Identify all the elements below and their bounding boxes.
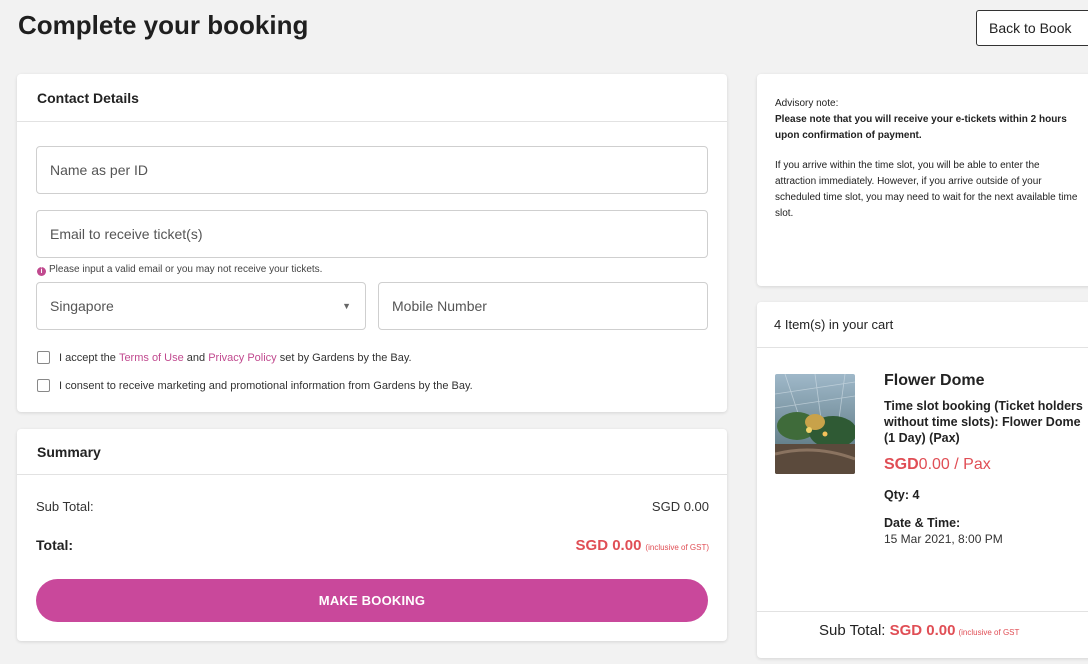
summary-heading: Summary bbox=[17, 429, 727, 475]
cart-divider bbox=[757, 611, 1088, 612]
info-icon: i bbox=[37, 267, 46, 276]
total-value: SGD 0.00 (inclusive of GST) bbox=[576, 537, 709, 554]
marketing-consent-row: I consent to receive marketing and promo… bbox=[37, 379, 473, 392]
terms-prefix: I accept the bbox=[59, 351, 116, 364]
mobile-number-field[interactable]: Mobile Number bbox=[378, 282, 708, 330]
terms-checkbox[interactable] bbox=[37, 351, 50, 364]
chevron-down-icon: ▼ bbox=[342, 301, 351, 311]
advisory-card: Advisory note: Please note that you will… bbox=[757, 74, 1088, 286]
terms-consent-row: I accept the Terms of Use and Privacy Po… bbox=[37, 351, 412, 364]
total-gst-note: (inclusive of GST) bbox=[645, 543, 709, 552]
page-title: Complete your booking bbox=[18, 10, 309, 40]
cart-card: 4 Item(s) in your cart Flower Dome Time … bbox=[757, 302, 1088, 658]
advisory-body-text: If you arrive within the time slot, you … bbox=[775, 160, 1078, 219]
cart-item-price: SGD0.00 / Pax bbox=[884, 456, 1084, 474]
contact-details-heading: Contact Details bbox=[17, 74, 727, 122]
email-field[interactable]: Email to receive ticket(s) bbox=[36, 210, 708, 258]
privacy-policy-link[interactable]: Privacy Policy bbox=[208, 352, 276, 364]
make-booking-button[interactable]: MAKE BOOKING bbox=[36, 579, 708, 622]
flower-dome-thumbnail bbox=[775, 374, 855, 474]
cart-heading: 4 Item(s) in your cart bbox=[757, 302, 1088, 348]
cart-item-qty: Qty: 4 bbox=[884, 488, 920, 502]
marketing-checkbox[interactable] bbox=[37, 379, 50, 392]
cart-item: Flower Dome Time slot booking (Ticket ho… bbox=[884, 372, 1084, 546]
cart-item-price-value: 0.00 / Pax bbox=[918, 456, 991, 473]
name-field[interactable]: Name as per ID bbox=[36, 146, 708, 194]
cart-item-title: Flower Dome bbox=[884, 372, 985, 389]
sub-total-value: SGD 0.00 bbox=[651, 499, 709, 514]
advisory-bold-text: Please note that you will receive your e… bbox=[775, 114, 1067, 141]
country-select[interactable]: Singapore ▼ bbox=[36, 282, 366, 330]
cart-sub-total-note: (inclusive of GST bbox=[958, 628, 1020, 637]
country-select-value: Singapore bbox=[50, 298, 114, 314]
advisory-title: Advisory note: bbox=[775, 98, 839, 109]
cart-item-datetime: 15 Mar 2021, 8:00 PM bbox=[884, 532, 1003, 546]
cart-item-description: Time slot booking (Ticket holders withou… bbox=[884, 399, 1083, 445]
booking-page: Complete your booking Back to Book Conta… bbox=[0, 0, 1088, 664]
terms-and: and bbox=[186, 351, 206, 364]
total-amount: SGD 0.00 bbox=[575, 537, 642, 554]
sub-total-label: Sub Total: bbox=[36, 499, 94, 514]
terms-suffix: set by Gardens by the Bay. bbox=[279, 351, 412, 364]
marketing-consent-text: I consent to receive marketing and promo… bbox=[59, 379, 473, 392]
cart-item-datetime-label: Date & Time: bbox=[884, 516, 961, 530]
terms-of-use-link[interactable]: Terms of Use bbox=[119, 352, 184, 364]
cart-sub-total-label: Sub Total: bbox=[819, 622, 890, 639]
cart-item-price-currency: SGD bbox=[884, 456, 919, 473]
email-hint-text: Please input a valid email or you may no… bbox=[49, 264, 323, 275]
contact-details-card: Contact Details Name as per ID Email to … bbox=[17, 74, 727, 412]
total-label: Total: bbox=[36, 537, 74, 553]
email-hint: i Please input a valid email or you may n… bbox=[37, 264, 322, 276]
back-to-booking-button[interactable]: Back to Book bbox=[976, 10, 1088, 46]
summary-card: Summary Sub Total: SGD 0.00 Total: SGD 0… bbox=[17, 429, 727, 641]
cart-sub-total: Sub Total: SGD 0.00 (inclusive of GST bbox=[819, 622, 1019, 639]
cart-sub-total-value: SGD 0.00 bbox=[889, 622, 956, 639]
